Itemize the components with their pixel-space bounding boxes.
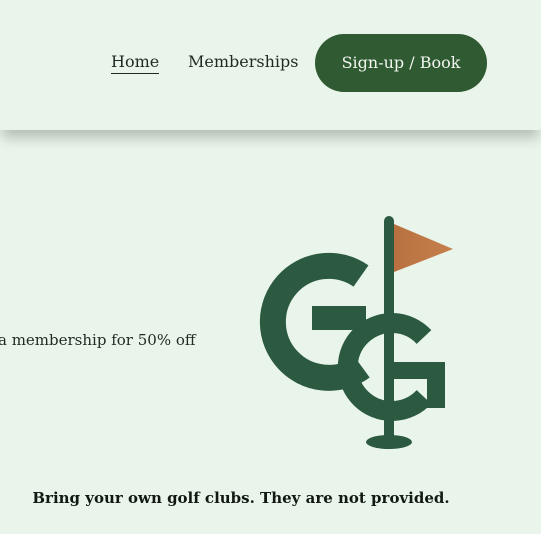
bring-clubs-notice: Bring your own golf clubs. They are not … (32, 489, 450, 507)
nav-link-home[interactable]: Home (111, 52, 160, 74)
golf-flag-gg-logo-icon (259, 216, 453, 449)
membership-promo-text: a membership for 50% off (0, 331, 196, 349)
logo-letter-g2-stem (427, 362, 445, 408)
page: Home Memberships Sign-up / Book a member… (0, 0, 541, 534)
site-header: Home Memberships Sign-up / Book (0, 0, 541, 130)
flag-hole (366, 435, 412, 449)
nav-link-memberships[interactable]: Memberships (188, 52, 298, 72)
flag-pole (384, 216, 394, 440)
signup-book-button[interactable]: Sign-up / Book (315, 34, 487, 92)
flag (394, 224, 453, 272)
